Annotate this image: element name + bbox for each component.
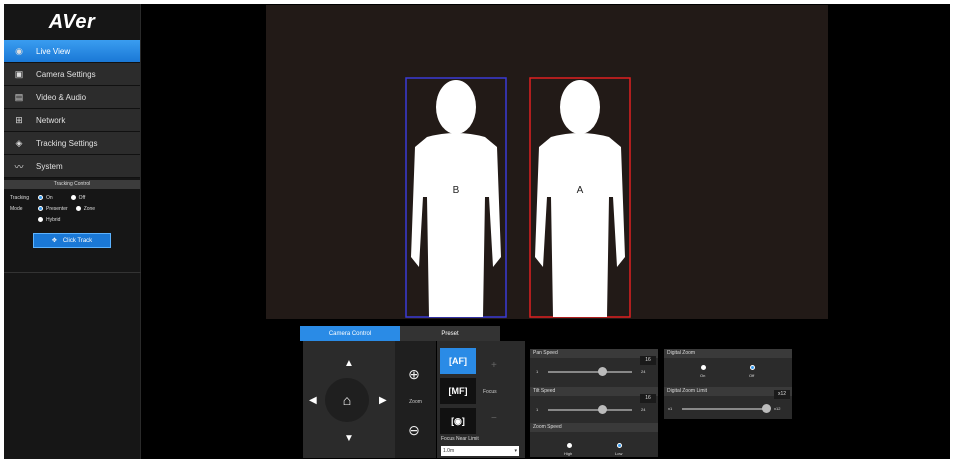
pan-right-icon[interactable]: ▶ bbox=[379, 395, 387, 406]
sidebar-item-label: System bbox=[36, 161, 63, 171]
zoom-speed-high-radio[interactable] bbox=[567, 443, 572, 448]
digital-zoom-on-radio[interactable] bbox=[701, 365, 706, 370]
speed-controls: Pan Speed 16 1 24 Tilt Speed 16 1 24 Zoo… bbox=[530, 349, 658, 457]
ptz-pad: ▲ ▼ ◀ ▶ ⌂ bbox=[303, 341, 395, 458]
pan-down-icon[interactable]: ▼ bbox=[344, 433, 354, 444]
pan-left-icon[interactable]: ◀ bbox=[309, 395, 317, 406]
sidebar-item-label: Tracking Settings bbox=[36, 138, 98, 148]
mode-zone-radio[interactable]: Zone bbox=[75, 206, 95, 212]
pan-speed-label: Pan Speed bbox=[530, 349, 658, 358]
image-icon: ▣ bbox=[14, 68, 24, 79]
person-b-silhouette bbox=[405, 77, 507, 318]
sidebar-divider bbox=[4, 272, 141, 273]
app-window: AVer ◉ Live View ▣ Camera Settings ▤ Vid… bbox=[4, 4, 950, 459]
sidebar-item-camera-settings[interactable]: ▣ Camera Settings bbox=[4, 63, 140, 86]
digital-zoom-limit-slider[interactable] bbox=[682, 404, 771, 413]
digital-zoom-off-radio[interactable] bbox=[750, 365, 755, 370]
zoom-in-icon[interactable]: ⊕ bbox=[403, 363, 425, 385]
sidebar-item-system[interactable]: 〰 System bbox=[4, 155, 140, 178]
person-a-silhouette bbox=[529, 77, 631, 318]
zoom-controls: ⊕ Zoom ⊖ bbox=[395, 341, 436, 458]
crosshair-icon: ◈ bbox=[15, 137, 23, 148]
digital-zoom-label: Digital Zoom bbox=[664, 349, 792, 358]
tilt-speed-label: Tilt Speed bbox=[530, 387, 658, 396]
tilt-speed-slider[interactable] bbox=[548, 405, 632, 414]
zoom-label: Zoom bbox=[409, 399, 422, 405]
person-b-label: B bbox=[452, 185, 460, 196]
film-icon: ▤ bbox=[14, 91, 24, 102]
digital-zoom-limit-value: x12 bbox=[774, 390, 790, 399]
sidebar-item-label: Camera Settings bbox=[36, 69, 96, 79]
zoom-speed-label: Zoom Speed bbox=[530, 423, 658, 432]
live-video-view[interactable]: B A bbox=[266, 5, 828, 319]
camera-control-panel: Camera Control Preset ▲ ▼ ◀ ▶ ⌂ ⊕ Zoom ⊖… bbox=[300, 326, 794, 459]
sidebar: AVer ◉ Live View ▣ Camera Settings ▤ Vid… bbox=[4, 4, 141, 459]
aver-logo: AVer bbox=[48, 10, 96, 33]
focus-near-limit-label: Focus Near Limit bbox=[441, 436, 479, 442]
digital-zoom-controls: Digital Zoom On Off Digital Zoom Limit x… bbox=[664, 349, 792, 419]
focus-plus-icon[interactable]: + bbox=[491, 360, 497, 371]
tracking-off-radio[interactable]: Off bbox=[70, 195, 85, 201]
zoom-out-icon[interactable]: ⊖ bbox=[403, 419, 425, 441]
click-track-icon: ✥ bbox=[51, 238, 57, 244]
eye-icon: ◉ bbox=[15, 45, 23, 56]
focus-controls: [AF] [MF] [◉] + Focus − Focus Near Limit… bbox=[437, 341, 525, 458]
sidebar-item-live-view[interactable]: ◉ Live View bbox=[4, 40, 140, 63]
sidebar-item-network[interactable]: ⊞ Network bbox=[4, 109, 140, 132]
click-track-button[interactable]: ✥ Click Track bbox=[33, 233, 111, 248]
pan-speed-value: 16 bbox=[640, 356, 656, 365]
tracking-label: Tracking bbox=[10, 194, 29, 201]
home-icon[interactable]: ⌂ bbox=[325, 378, 369, 422]
tab-preset[interactable]: Preset bbox=[400, 326, 500, 341]
zoom-speed-options: High Low bbox=[530, 441, 658, 457]
tracking-control-section: Tracking Control Tracking On Off Mode Pr… bbox=[4, 180, 140, 248]
tracked-person-a[interactable]: A bbox=[529, 77, 631, 318]
manual-focus-button[interactable]: [MF] bbox=[440, 378, 476, 404]
digital-zoom-limit-knob[interactable] bbox=[761, 404, 771, 413]
network-icon: ⊞ bbox=[15, 114, 23, 125]
tracking-on-radio[interactable]: On bbox=[38, 195, 53, 201]
mode-presenter-radio[interactable]: Presenter bbox=[38, 206, 68, 212]
pan-up-icon[interactable]: ▲ bbox=[344, 358, 354, 369]
focus-near-limit-select[interactable]: 1.0m ▾ bbox=[441, 446, 519, 456]
sidebar-item-tracking-settings[interactable]: ◈ Tracking Settings bbox=[4, 132, 140, 155]
focus-label: Focus bbox=[483, 389, 497, 395]
tracking-control-header: Tracking Control bbox=[4, 180, 140, 189]
sidebar-item-label: Video & Audio bbox=[36, 92, 87, 102]
pulse-icon: 〰 bbox=[14, 161, 24, 172]
chevron-down-icon: ▾ bbox=[514, 448, 517, 454]
panel-tabs: Camera Control Preset bbox=[300, 326, 500, 341]
tab-camera-control[interactable]: Camera Control bbox=[300, 326, 400, 341]
pan-speed-knob[interactable] bbox=[598, 367, 608, 376]
tracked-person-b[interactable]: B bbox=[405, 77, 507, 318]
zoom-speed-low-radio[interactable] bbox=[617, 443, 622, 448]
mode-hybrid-radio[interactable]: Hybrid bbox=[38, 217, 60, 223]
person-a-label: A bbox=[576, 185, 584, 196]
tilt-speed-value: 16 bbox=[640, 394, 656, 403]
focus-minus-icon[interactable]: − bbox=[491, 413, 497, 424]
one-push-focus-button[interactable]: [◉] bbox=[440, 408, 476, 434]
auto-focus-button[interactable]: [AF] bbox=[440, 348, 476, 374]
tilt-speed-knob[interactable] bbox=[598, 405, 608, 414]
sidebar-item-video-audio[interactable]: ▤ Video & Audio bbox=[4, 86, 140, 109]
mode-label: Mode bbox=[10, 205, 23, 212]
sidebar-item-label: Live View bbox=[36, 46, 71, 56]
digital-zoom-limit-label: Digital Zoom Limit bbox=[664, 387, 792, 396]
sidebar-item-label: Network bbox=[36, 115, 66, 125]
pan-speed-slider[interactable] bbox=[548, 367, 632, 376]
one-push-focus-icon: [◉] bbox=[451, 415, 465, 426]
